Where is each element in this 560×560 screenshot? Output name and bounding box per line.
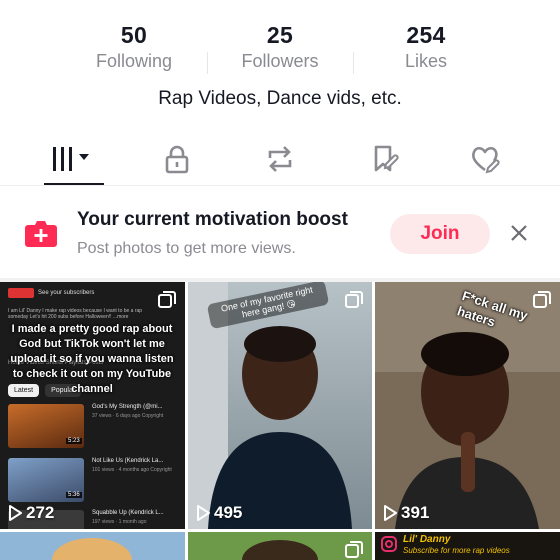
- favorites-icon: [374, 145, 399, 172]
- view-count-value: 391: [401, 503, 430, 522]
- yt-row-title: God's My Strength (@mi...: [92, 404, 163, 410]
- following-count: 50: [120, 22, 148, 48]
- instagram-icon: [381, 536, 397, 552]
- video-thumbnail[interactable]: F*ck all my haters 391: [375, 282, 560, 529]
- yt-row-title: Not Like Us (Kendrick La...: [92, 458, 164, 464]
- video-caption-overlay: I made a pretty good rap about God but T…: [10, 323, 174, 395]
- profile-tabs: [0, 134, 560, 186]
- tab-favorites[interactable]: [355, 134, 415, 184]
- yt-video-row: 5:23 God's My Strength (@mi... 37 views …: [8, 404, 180, 448]
- promo-title: Your current motivation boost: [77, 209, 348, 230]
- yt-row-duration: 5:23: [66, 438, 82, 444]
- multi-clip-icon: [345, 291, 363, 308]
- join-button[interactable]: Join: [390, 214, 490, 254]
- channel-logo: [8, 288, 34, 298]
- play-icon: [9, 505, 22, 521]
- following-stat[interactable]: 50 Following: [74, 20, 194, 72]
- yt-header: See your subscribers: [8, 288, 94, 298]
- yt-row-meta: 101 views · 4 months ago Copyright: [92, 467, 172, 473]
- add-photo-icon: [25, 221, 57, 247]
- yt-channel-description: I am Lil' Danny I make rap videos becaus…: [8, 308, 143, 320]
- video-frame-illustration: [0, 532, 185, 560]
- yt-video-row: 5:36 Not Like Us (Kendrick La... 101 vie…: [8, 458, 180, 502]
- tab-liked[interactable]: [456, 134, 516, 184]
- likes-count: 254: [406, 22, 446, 48]
- video-caption-overlay: Lil' Danny: [403, 534, 451, 545]
- followers-count: 25: [266, 22, 294, 48]
- view-count: 272: [8, 503, 54, 523]
- likes-label: Likes: [404, 51, 448, 71]
- tab-reposts[interactable]: [250, 134, 310, 184]
- liked-heart-icon: [472, 146, 500, 174]
- following-label: Following: [95, 51, 173, 71]
- play-icon: [197, 505, 210, 521]
- play-icon: [384, 505, 397, 521]
- video-caption-subtitle: Subscribe for more rap videos: [403, 546, 510, 555]
- yt-row-duration: 5:36: [66, 492, 82, 498]
- motivation-promo-banner: Your current motivation boost Post photo…: [0, 186, 560, 278]
- profile-stats: 50 Following 25 Followers 254 Likes: [0, 20, 560, 76]
- videos-grid-icon: [53, 147, 89, 171]
- yt-row-title: Squabble Up (Kendrick L...: [92, 510, 164, 516]
- multi-clip-icon: [158, 291, 176, 308]
- yt-row-meta: 197 views · 1 month ago: [92, 519, 147, 525]
- video-thumbnail[interactable]: Lil' Danny Subscribe for more rap videos: [375, 532, 560, 560]
- video-grid: See your subscribers I am Lil' Danny I m…: [0, 282, 560, 560]
- view-count-value: 272: [26, 503, 55, 522]
- likes-stat[interactable]: 254 Likes: [366, 20, 486, 72]
- profile-bio: Rap Videos, Dance vids, etc.: [158, 88, 402, 109]
- promo-subtitle: Post photos to get more views.: [77, 240, 296, 257]
- video-thumbnail[interactable]: One of my favorite right here gang! 😘 49…: [188, 282, 372, 529]
- followers-stat[interactable]: 25 Followers: [220, 20, 340, 72]
- stat-divider: [207, 52, 208, 74]
- yt-row-meta: 37 views · 6 days ago Copyright: [92, 413, 164, 419]
- followers-label: Followers: [241, 51, 319, 71]
- tab-private[interactable]: [147, 134, 207, 184]
- close-icon: [511, 225, 527, 241]
- video-thumbnail[interactable]: [188, 532, 372, 560]
- tab-videos[interactable]: [44, 134, 104, 184]
- view-count-value: 495: [214, 503, 243, 522]
- lock-icon: [165, 145, 189, 174]
- video-thumbnail[interactable]: See your subscribers I am Lil' Danny I m…: [0, 282, 185, 529]
- repost-icon: [268, 146, 292, 172]
- view-count: 391: [383, 503, 429, 523]
- multi-clip-icon: [533, 291, 551, 308]
- stat-divider: [353, 52, 354, 74]
- yt-header-text: See your subscribers: [38, 290, 95, 296]
- video-thumbnail[interactable]: [0, 532, 185, 560]
- close-promo-button[interactable]: [505, 219, 533, 247]
- view-count: 495: [196, 503, 242, 523]
- multi-clip-icon: [345, 541, 363, 558]
